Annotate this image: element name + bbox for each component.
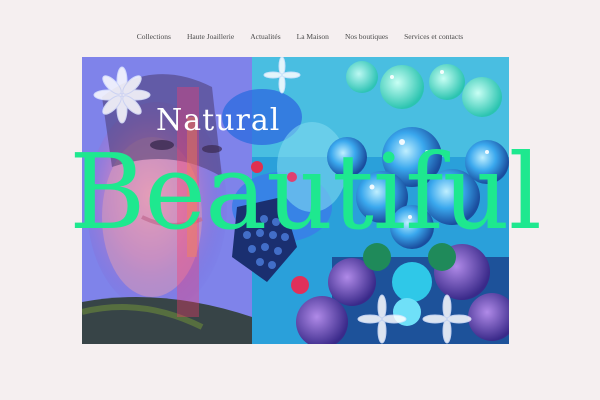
nav-item-actualites[interactable]: Actualités (250, 32, 280, 41)
nav-item-collections[interactable]: Collections (137, 32, 171, 41)
nav-item-haute-joaillerie[interactable]: Haute Joaillerie (187, 32, 234, 41)
hero-word-beautiful: Beautiful (69, 131, 542, 253)
nav-item-nos-boutiques[interactable]: Nos boutiques (345, 32, 388, 41)
main-nav: Collections Haute Joaillerie Actualités … (0, 32, 600, 41)
nav-item-la-maison[interactable]: La Maison (297, 32, 329, 41)
nav-item-services-contacts[interactable]: Services et contacts (404, 32, 463, 41)
